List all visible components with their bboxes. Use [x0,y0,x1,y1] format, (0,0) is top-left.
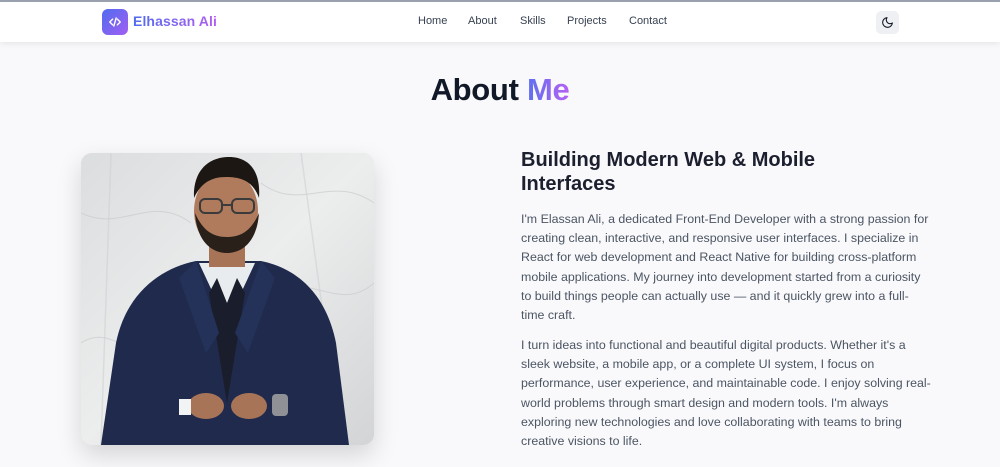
nav-link-projects[interactable]: Projects [567,15,607,27]
nav-link-about[interactable]: About [468,15,497,27]
about-heading: Building Modern Web & Mobile Interfaces [521,149,816,195]
title-main: About [430,72,519,107]
nav-link-skills[interactable]: Skills [520,15,546,27]
title-accent: Me [526,72,570,107]
nav-link-home[interactable]: Home [418,15,447,27]
profile-photo-illustration [81,153,374,445]
theme-toggle-button[interactable] [876,11,899,34]
navbar: Elhassan Ali Home About Skills Projects … [0,2,1000,42]
section-title: About Me [0,72,1000,108]
about-paragraph-1: I'm Elassan Ali, a dedicated Front-End D… [521,212,929,323]
moon-icon [882,17,893,28]
nav-links: Home About Skills Projects Contact [0,15,1000,31]
about-paragraph-2: I turn ideas into functional and beautif… [521,338,931,449]
profile-photo [81,153,374,445]
nav-link-contact[interactable]: Contact [629,15,667,27]
